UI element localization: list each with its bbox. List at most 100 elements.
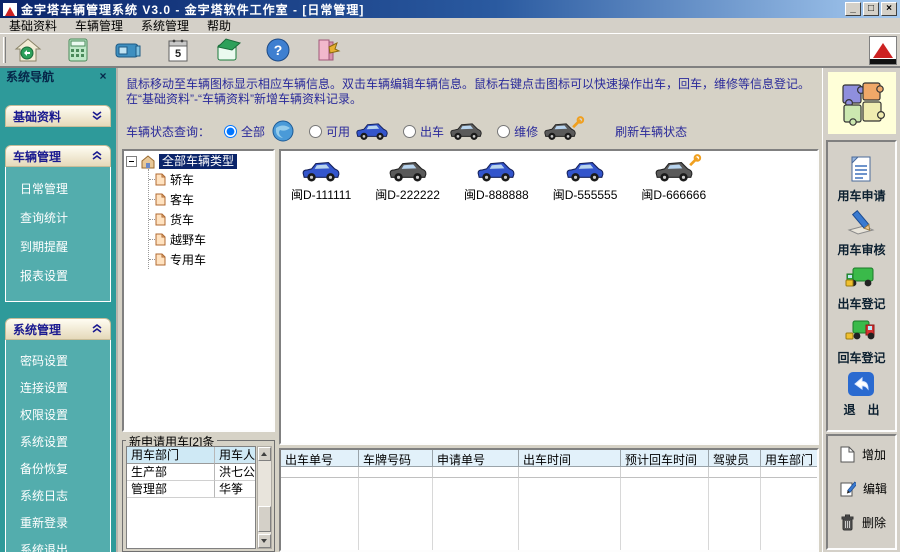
vehicle-item[interactable]: 闽D-888888 — [464, 159, 529, 203]
scroll-up-icon[interactable] — [257, 447, 271, 461]
tree-item-truck[interactable]: 货车 — [149, 209, 271, 229]
exit-icon — [318, 39, 341, 61]
action-label: 用车申请 — [837, 189, 886, 204]
close-button[interactable]: × — [881, 2, 897, 16]
edit-button[interactable]: 编辑 — [840, 480, 887, 497]
table-row[interactable]: 管理部 华筝 — [127, 481, 255, 498]
sidebar-item-system-exit[interactable]: 系统退出 — [6, 537, 110, 552]
status-radio-out[interactable] — [403, 124, 417, 138]
vehicle-item[interactable]: 闽D-111111 — [291, 159, 351, 203]
nav-panel-header-vehicle-mgmt[interactable]: 车辆管理 — [5, 145, 111, 167]
vehicle-status-query: 车辆状态查询： 全部 可用 出车 维修 刷新车辆状态 — [126, 116, 814, 146]
scroll-down-icon[interactable] — [257, 534, 271, 548]
add-page-icon — [840, 446, 855, 463]
sidebar-item-relogin[interactable]: 重新登录 — [6, 510, 110, 537]
menu-basic-data[interactable]: 基础资料 — [0, 17, 66, 34]
exit-icon[interactable] — [312, 35, 344, 65]
cell-person: 华筝 — [215, 481, 255, 498]
status-option-all: 全部 — [224, 119, 295, 143]
vehicle-audit-button[interactable]: 用车审核 — [837, 208, 886, 258]
tree-root-row[interactable]: 全部车辆类型 — [126, 154, 271, 169]
tree-item-bus[interactable]: 客车 — [149, 189, 271, 209]
exit-button[interactable]: 退 出 — [843, 370, 880, 418]
col-header-depart-time: 出车时间 — [518, 450, 621, 467]
app-logo-icon — [3, 2, 17, 16]
depart-register-button[interactable]: 出车登记 — [837, 262, 886, 312]
sidebar-item-daily-mgmt[interactable]: 日常管理 — [6, 175, 110, 204]
cell-person: 洪七公 — [215, 464, 255, 481]
menu-system-mgmt[interactable]: 系统管理 — [132, 17, 198, 34]
sidebar-item-password-settings[interactable]: 密码设置 — [6, 348, 110, 375]
return-register-button[interactable]: 回车登记 — [837, 316, 886, 366]
status-radio-maintenance[interactable] — [497, 124, 511, 138]
tree-item-label: 轿车 — [170, 172, 195, 187]
cell-dept: 生产部 — [127, 464, 215, 481]
restore-button[interactable]: □ — [863, 2, 879, 16]
tree-collapse-icon[interactable] — [126, 156, 137, 167]
instructions-text: 鼠标移动至车辆图标显示相应车辆信息。双击车辆编辑车辆信息。鼠标右键点击图标可以快… — [126, 77, 811, 106]
vehicle-request-button[interactable]: 用车申请 — [837, 154, 886, 204]
home-icon[interactable] — [12, 35, 44, 65]
tree-item-label: 客车 — [170, 192, 195, 207]
status-radio-available[interactable] — [309, 124, 323, 138]
refresh-vehicle-status-link[interactable]: 刷新车辆状态 — [615, 123, 687, 140]
dispatch-table: 出车单号 车牌号码 申请单号 出车时间 预计回车时间 驾驶员 用车部门 — [278, 448, 819, 552]
col-header-dept: 用车部门 — [127, 447, 215, 464]
tree-root-label[interactable]: 全部车辆类型 — [159, 154, 238, 169]
edit-page-icon — [840, 481, 856, 497]
sidebar-item-permission-settings[interactable]: 权限设置 — [6, 402, 110, 429]
toolbar-grip[interactable] — [3, 37, 6, 63]
scrollbar-track[interactable] — [257, 461, 271, 534]
col-header-expected-return: 预计回车时间 — [620, 450, 709, 467]
notebook-icon — [216, 38, 242, 61]
dispatch-empty-row — [280, 467, 817, 478]
vehicle-item[interactable]: 闽D-666666 — [641, 154, 706, 203]
puzzle-logo-icon — [827, 72, 896, 135]
menu-help[interactable]: 帮助 — [198, 17, 240, 34]
sidebar-item-system-settings[interactable]: 系统设置 — [6, 429, 110, 456]
add-button[interactable]: 增加 — [840, 446, 886, 463]
menu-vehicle-mgmt[interactable]: 车辆管理 — [66, 17, 132, 34]
sidebar-item-system-log[interactable]: 系统日志 — [6, 483, 110, 510]
vertical-scrollbar[interactable] — [256, 446, 272, 549]
tree-item-suv[interactable]: 越野车 — [149, 229, 271, 249]
vehicle-item[interactable]: 闽D-555555 — [552, 159, 618, 203]
page-icon — [155, 233, 166, 245]
sidebar-item-backup-restore[interactable]: 备份恢复 — [6, 456, 110, 483]
table-row[interactable]: 生产部 洪七公 — [127, 464, 255, 481]
dispatch-grid-area — [281, 478, 817, 550]
sidebar-close-icon[interactable]: × — [96, 69, 110, 84]
help-icon[interactable]: ? — [262, 35, 294, 65]
vehicle-plate: 闽D-555555 — [552, 188, 618, 202]
status-radio-all[interactable] — [224, 124, 238, 138]
svg-text:?: ? — [274, 42, 283, 58]
car-blue-icon — [356, 123, 388, 140]
sidebar-item-connection-settings[interactable]: 连接设置 — [6, 375, 110, 402]
vehicle-plate: 闽D-222222 — [375, 188, 440, 202]
center-main: 全部车辆类型 轿车 客车 货车 越野车 专用车 新申请用车[2]条 用车部门 用… — [118, 146, 822, 552]
delete-button[interactable]: 删除 — [840, 514, 886, 531]
sidebar-item-report-settings[interactable]: 报表设置 — [6, 262, 110, 291]
nav-panel-body: 密码设置 连接设置 权限设置 系统设置 备份恢复 系统日志 重新登录 系统退出 — [5, 340, 111, 552]
notebook-icon[interactable] — [212, 35, 244, 65]
vehicle-plate: 闽D-111111 — [290, 188, 352, 202]
nav-panel-vehicle-mgmt: 车辆管理 日常管理 查询统计 到期提醒 报表设置 — [5, 145, 111, 302]
tree-item-special[interactable]: 专用车 — [149, 249, 271, 269]
nav-panel-header-basic-data[interactable]: 基础资料 — [5, 105, 111, 127]
page-icon — [155, 173, 166, 185]
sidebar-item-query-stats[interactable]: 查询统计 — [6, 204, 110, 233]
sidebar-item-expiry-reminder[interactable]: 到期提醒 — [6, 233, 110, 262]
action-label: 用车审核 — [837, 243, 886, 258]
request-doc-icon — [851, 156, 871, 182]
calendar-icon[interactable]: 5 — [162, 35, 194, 65]
titlebar: 金宇塔车辆管理系统 V3.0 - 金宇塔软件工作室 - [日常管理] _ □ × — [0, 0, 900, 18]
tree-item-sedan[interactable]: 轿车 — [149, 169, 271, 189]
col-header-request-no: 申请单号 — [432, 450, 519, 467]
vehicle-item[interactable]: 闽D-222222 — [375, 159, 440, 203]
nav-panel-header-system-mgmt[interactable]: 系统管理 — [5, 318, 111, 340]
scrollbar-thumb[interactable] — [257, 506, 271, 532]
status-option-label: 可用 — [326, 124, 351, 139]
calculator-icon[interactable] — [62, 35, 94, 65]
minimize-button[interactable]: _ — [845, 2, 861, 16]
printer-icon[interactable] — [112, 35, 144, 65]
